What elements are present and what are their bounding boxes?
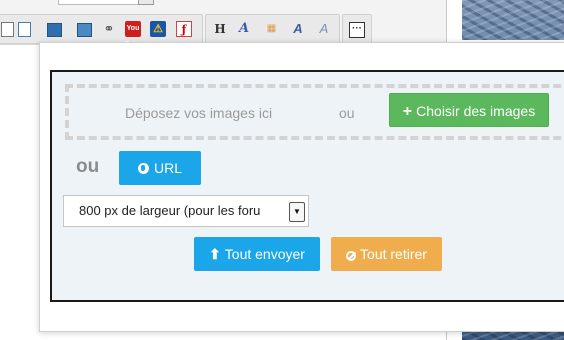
upload-panel: Déposez vos images ici ou + Choisir des i… [50,70,564,302]
warning-icon[interactable]: ⚠ [150,21,166,37]
toolbar-group-format: H A ▦ A A [205,14,340,44]
choose-images-button[interactable]: + Choisir des images [389,93,549,127]
upload-icon: ⬆ [209,246,221,262]
image-size-value: 800 px de largeur (pour les foru [79,203,261,218]
remove-all-label: Tout retirer [360,246,427,262]
toolbar-group-insert: ⚭ You Tube ⚠ ƒ [0,14,203,48]
youtube-icon[interactable]: You Tube [125,21,141,48]
heading-icon[interactable]: H [212,21,228,37]
send-all-label: Tout envoyer [224,246,305,262]
choose-images-label: Choisir des images [416,103,536,119]
ban-icon [346,251,357,261]
link-icon[interactable]: ⚭ [101,21,117,37]
image-icon[interactable] [47,23,62,37]
document-icon[interactable] [1,22,14,37]
globe-icon [137,163,149,174]
or-label-big: ou [76,156,100,177]
remove-all-button[interactable]: Tout retirer [331,237,442,271]
plus-icon: + [402,103,413,120]
font-icon[interactable]: A [290,21,306,37]
image-add-icon[interactable] [77,23,92,37]
or-label-small: ou [339,105,355,121]
editor-toolbar: ⚭ You Tube ⚠ ƒ H A ▦ A A ··· [0,0,446,48]
document-list-icon[interactable] [18,22,31,37]
font-size-dropdown-button[interactable] [138,0,154,5]
image-dropzone[interactable]: Déposez vos images ici ou + Choisir des i… [65,84,564,140]
font-style-icon[interactable]: A [316,21,332,37]
image-upload-popup: Déposez vos images ici ou + Choisir des i… [39,42,564,332]
chevron-down-icon[interactable]: ▼ [289,202,305,222]
url-button[interactable]: URL [119,151,201,185]
dropzone-label: Déposez vos images ici [125,105,273,121]
color-grid-icon[interactable]: ▦ [263,21,279,37]
font-size-input[interactable] [58,0,140,5]
toolbar-group-more: ··· [342,14,372,44]
font-color-icon[interactable]: A [236,21,252,37]
url-button-label: URL [153,160,182,176]
image-size-select[interactable]: 800 px de largeur (pour les foru ▼ [63,195,309,227]
more-icon[interactable]: ··· [349,22,365,38]
send-all-button[interactable]: ⬆ Tout envoyer [194,237,320,271]
flash-icon[interactable]: ƒ [176,21,192,37]
